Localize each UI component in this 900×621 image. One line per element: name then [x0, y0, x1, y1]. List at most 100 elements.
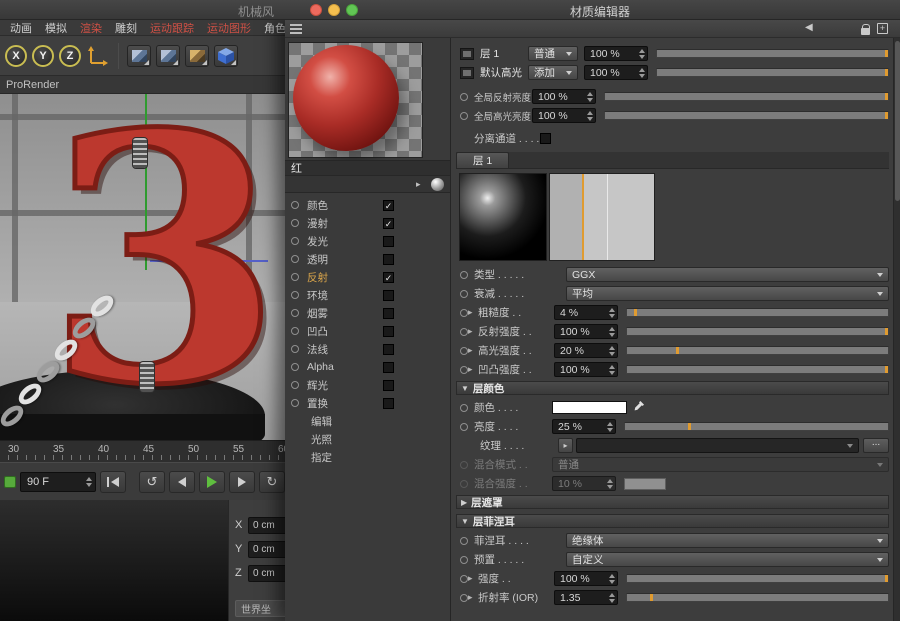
- layer-curve-display[interactable]: [549, 173, 655, 261]
- prorender-tab[interactable]: ProRender: [0, 76, 285, 94]
- roughness-slider[interactable]: [626, 308, 889, 317]
- channel-checkbox[interactable]: [383, 308, 394, 319]
- layer-opacity-slider[interactable]: [656, 49, 889, 58]
- stepper[interactable]: [609, 574, 615, 584]
- menu-item-simulate[interactable]: 模拟: [45, 20, 67, 36]
- page-row-assign[interactable]: 指定: [285, 448, 450, 466]
- channel-row-glow[interactable]: 辉光: [285, 376, 450, 394]
- anim-dot[interactable]: [460, 309, 468, 317]
- separate-passes-checkbox[interactable]: [540, 133, 551, 144]
- global-reflection-field[interactable]: 100 %: [532, 89, 596, 104]
- texture-expand-button[interactable]: ▸: [558, 438, 573, 453]
- global-specular-slider[interactable]: [604, 111, 889, 120]
- eyedropper-icon[interactable]: [633, 400, 645, 415]
- play-button[interactable]: [199, 471, 225, 493]
- axis-lock-y-button[interactable]: Y: [32, 45, 54, 67]
- layer-blendmode-dropdown[interactable]: 添加: [528, 65, 578, 80]
- channel-row-reflectance[interactable]: 反射✓: [285, 268, 450, 286]
- channel-row-diffusion[interactable]: 漫射✓: [285, 214, 450, 232]
- fresnel-strength-field[interactable]: 100 %: [554, 571, 618, 586]
- render-to-picture-button[interactable]: [156, 45, 180, 67]
- new-frame-icon[interactable]: +: [877, 23, 888, 34]
- ior-field[interactable]: 1.35: [554, 590, 618, 605]
- brightness-field[interactable]: 25 %: [552, 419, 616, 434]
- anim-dot[interactable]: [460, 93, 468, 101]
- color-swatch[interactable]: [552, 401, 627, 414]
- bump-strength-field[interactable]: 100 %: [554, 362, 618, 377]
- axis-lock-x-button[interactable]: X: [5, 45, 27, 67]
- channel-dot[interactable]: [291, 273, 299, 281]
- channel-checkbox[interactable]: [383, 344, 394, 355]
- stepper[interactable]: [609, 346, 615, 356]
- close-button[interactable]: [310, 4, 322, 16]
- anim-dot[interactable]: [460, 271, 468, 279]
- stepper[interactable]: [639, 49, 645, 59]
- render-settings-button[interactable]: [185, 45, 209, 67]
- global-reflection-slider[interactable]: [604, 92, 889, 101]
- layer-mask-header[interactable]: ▶ 层遮罩: [456, 495, 889, 509]
- layer-color-header[interactable]: ▼ 层颜色: [456, 381, 889, 395]
- material-name-row[interactable]: 红: [285, 160, 450, 175]
- channel-dot[interactable]: [291, 327, 299, 335]
- frame-stepper[interactable]: [86, 477, 92, 487]
- channel-dot[interactable]: [291, 399, 299, 407]
- cube-object-button[interactable]: [214, 45, 238, 67]
- previous-frame-button[interactable]: [169, 471, 195, 493]
- menu-item-mograph[interactable]: 运动图形: [207, 20, 251, 36]
- anim-dot[interactable]: [460, 347, 468, 355]
- scrollbar-thumb[interactable]: [895, 41, 900, 201]
- expander-icon[interactable]: ▸: [468, 364, 478, 375]
- channel-checkbox[interactable]: [383, 254, 394, 265]
- channel-dot[interactable]: [291, 291, 299, 299]
- anim-dot[interactable]: [460, 575, 468, 583]
- next-frame-button[interactable]: [229, 471, 255, 493]
- stepper[interactable]: [587, 92, 593, 102]
- channel-row-environment[interactable]: 环境: [285, 286, 450, 304]
- layer-opacity-slider[interactable]: [656, 68, 889, 77]
- stepper[interactable]: [609, 308, 615, 318]
- coordinate-system-icon[interactable]: [86, 44, 110, 68]
- menu-icon[interactable]: [290, 24, 302, 34]
- reflection-strength-field[interactable]: 100 %: [554, 324, 618, 339]
- channel-dot[interactable]: [291, 309, 299, 317]
- stepper[interactable]: [609, 365, 615, 375]
- go-to-start-button[interactable]: [100, 471, 126, 493]
- stepper[interactable]: [609, 327, 615, 337]
- layer-blendmode-dropdown[interactable]: 普通: [528, 46, 578, 61]
- ior-slider[interactable]: [626, 593, 889, 602]
- channel-row-displacement[interactable]: 置换: [285, 394, 450, 412]
- expander-icon[interactable]: ▸: [468, 326, 478, 337]
- texture-field[interactable]: [576, 438, 859, 453]
- stepper[interactable]: [639, 68, 645, 78]
- zoom-button[interactable]: [346, 4, 358, 16]
- x-position-field[interactable]: 0 cm: [248, 517, 285, 534]
- channel-checkbox[interactable]: [383, 362, 394, 373]
- menu-item-sculpt[interactable]: 雕刻: [115, 20, 137, 36]
- anim-dot[interactable]: [460, 594, 468, 602]
- channel-row-alpha[interactable]: Alpha: [285, 358, 450, 376]
- channel-dot[interactable]: [291, 381, 299, 389]
- channel-checkbox[interactable]: [383, 326, 394, 337]
- anim-dot[interactable]: [460, 423, 468, 431]
- axis-lock-z-button[interactable]: Z: [59, 45, 81, 67]
- timeline-ruler[interactable]: 30 35 40 45 50 55 60: [0, 440, 285, 462]
- render-view-button[interactable]: [127, 45, 151, 67]
- anim-dot[interactable]: [460, 290, 468, 298]
- fresnel-strength-slider[interactable]: [626, 574, 889, 583]
- specular-strength-slider[interactable]: [626, 346, 889, 355]
- channel-dot[interactable]: [291, 345, 299, 353]
- layer-tab[interactable]: 层 1: [456, 152, 509, 168]
- layer-fresnel-header[interactable]: ▼ 层菲涅耳: [456, 514, 889, 528]
- channel-checkbox[interactable]: [383, 398, 394, 409]
- channel-row-bump[interactable]: 凹凸: [285, 322, 450, 340]
- channel-dot[interactable]: [291, 219, 299, 227]
- brightness-slider[interactable]: [624, 422, 889, 431]
- anim-dot[interactable]: [460, 537, 468, 545]
- menu-item-character[interactable]: 角色: [264, 20, 285, 36]
- viewport-3d[interactable]: 3: [0, 94, 285, 440]
- page-row-editor[interactable]: 编辑: [285, 412, 450, 430]
- channel-row-normal[interactable]: 法线: [285, 340, 450, 358]
- material-preview[interactable]: [288, 42, 423, 158]
- back-arrow-icon[interactable]: ◀: [805, 22, 813, 33]
- bump-strength-slider[interactable]: [626, 365, 889, 374]
